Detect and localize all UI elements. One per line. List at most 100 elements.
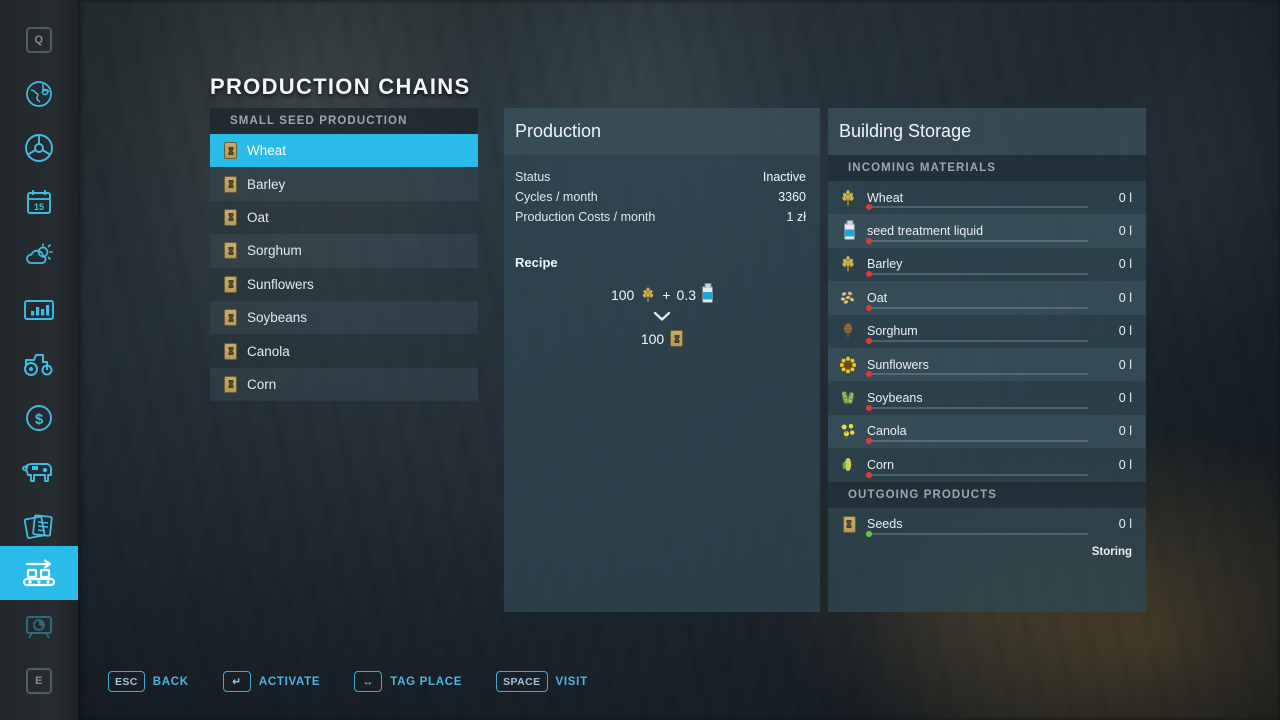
material-name: seed treatment liquid (867, 224, 1119, 238)
sidebar-item-finances[interactable]: $ (0, 391, 78, 445)
keyboard-hints-bar: ESC BACK ↵ACTIVATE ↔TAG PLACE SPACEVISIT (108, 671, 588, 692)
incoming-material-row[interactable]: Corn0 l (828, 448, 1146, 481)
material-fill-bar (866, 373, 1088, 375)
incoming-material-row[interactable]: Sunflowers0 l (828, 348, 1146, 381)
chain-list-item[interactable]: Wheat (210, 134, 478, 167)
tractor-icon (22, 351, 56, 377)
sidebar-item-contracts[interactable] (0, 499, 78, 553)
hint-action-label: BACK (153, 676, 189, 688)
hint-keycap: ESC (108, 671, 145, 692)
incoming-material-row[interactable]: Oat0 l (828, 281, 1146, 314)
sidebar-item-vehicles[interactable] (0, 337, 78, 391)
material-fill-bar (866, 240, 1088, 242)
chain-list-item[interactable]: Corn (210, 368, 478, 401)
incoming-material-row[interactable]: Wheat0 l (828, 181, 1146, 214)
outgoing-product-row[interactable]: Seeds0 l (828, 508, 1146, 541)
treatment-liquid-icon (702, 286, 713, 303)
material-name: Canola (867, 424, 1119, 438)
sidebar-item-radio[interactable] (0, 600, 78, 654)
building-storage-panel: Building Storage INCOMING MATERIALS Whea… (828, 108, 1146, 612)
sidebar-item-e-key[interactable]: E (0, 654, 78, 708)
documents-icon (23, 512, 55, 540)
production-stats: Status Inactive Cycles / month 3360 Prod… (504, 167, 820, 227)
stat-value: Inactive (763, 170, 806, 184)
material-icon (838, 422, 858, 440)
recipe-input-line: 100 + 0.3 (504, 286, 820, 303)
material-fill-bar (866, 440, 1088, 442)
production-panel-title: Production (504, 108, 820, 155)
material-icon (838, 255, 858, 273)
material-amount: 0 l (1119, 324, 1132, 338)
material-fill-bar (866, 340, 1088, 342)
material-status-dot (866, 338, 872, 344)
seed-bag-icon (224, 176, 237, 193)
sidebar-item-animals[interactable] (0, 445, 78, 499)
material-name: Corn (867, 458, 1119, 472)
material-icon (838, 189, 858, 207)
stat-row-status: Status Inactive (504, 167, 820, 187)
stat-row-cycles: Cycles / month 3360 (504, 187, 820, 207)
stat-row-costs: Production Costs / month 1 zł (504, 207, 820, 227)
recipe-arrow (504, 311, 820, 322)
seed-bag-icon (224, 242, 237, 259)
chain-list-item[interactable]: Barley (210, 167, 478, 200)
chain-list-item[interactable]: Oat (210, 201, 478, 234)
globe-icon (24, 79, 54, 109)
material-status-dot (866, 438, 872, 444)
material-name: Sorghum (867, 324, 1119, 338)
material-fill-bar (866, 273, 1088, 275)
recipe-output-amount: 100 (641, 331, 664, 347)
material-icon (838, 322, 858, 340)
incoming-material-row[interactable]: Canola0 l (828, 415, 1146, 448)
e-key-icon: E (26, 668, 52, 694)
sidebar-item-production-chains[interactable] (0, 546, 78, 600)
recipe-plus-sign: + (662, 287, 670, 303)
chain-list-item[interactable]: Sunflowers (210, 268, 478, 301)
material-name: Sunflowers (867, 358, 1119, 372)
seeds-icon (670, 330, 683, 347)
recipe-output-line: 100 (504, 330, 820, 347)
incoming-material-row[interactable]: Barley0 l (828, 248, 1146, 281)
q-key-icon: Q (26, 27, 52, 53)
material-status-dot (866, 405, 872, 411)
incoming-material-row[interactable]: seed treatment liquid0 l (828, 214, 1146, 247)
chain-list-item-label: Wheat (247, 143, 286, 158)
keyboard-hint[interactable]: ↔TAG PLACE (354, 671, 462, 692)
material-icon (838, 223, 858, 240)
chain-list-item-label: Barley (247, 177, 285, 192)
recipe-heading: Recipe (504, 255, 820, 270)
recipe-input-amount-1: 100 (611, 287, 634, 303)
stat-label: Status (515, 170, 550, 184)
material-status-dot (866, 204, 872, 210)
hint-keycap: ↔ (354, 671, 382, 692)
production-conveyor-icon (19, 557, 59, 589)
incoming-material-row[interactable]: Soybeans0 l (828, 381, 1146, 414)
sidebar-item-calendar[interactable]: 15 (0, 175, 78, 229)
material-amount: 0 l (1119, 458, 1132, 472)
material-fill-bar (866, 407, 1088, 409)
material-status-dot (866, 371, 872, 377)
chain-list-item-label: Sorghum (247, 243, 302, 258)
sidebar-item-map[interactable] (0, 67, 78, 121)
sidebar-item-vehicles-steering[interactable] (0, 121, 78, 175)
sidebar-item-weather[interactable] (0, 229, 78, 283)
material-status-dot (866, 238, 872, 244)
stat-value: 1 zł (787, 210, 806, 224)
game-menu-screen: Q 15 (0, 0, 1280, 720)
keyboard-hint[interactable]: ESC BACK (108, 671, 189, 692)
keyboard-hint[interactable]: SPACEVISIT (496, 671, 588, 692)
chain-list-item[interactable]: Canola (210, 334, 478, 367)
material-icon (838, 516, 858, 533)
material-amount: 0 l (1119, 517, 1132, 531)
incoming-material-row[interactable]: Sorghum0 l (828, 315, 1146, 348)
material-icon (838, 389, 858, 407)
chain-list-item[interactable]: Sorghum (210, 234, 478, 267)
material-status-dot (866, 472, 872, 478)
chain-list-item[interactable]: Soybeans (210, 301, 478, 334)
keyboard-hint[interactable]: ↵ACTIVATE (223, 671, 320, 692)
material-fill-bar (866, 533, 1088, 535)
chain-list-item-label: Oat (247, 210, 269, 225)
sidebar-item-statistics[interactable] (0, 283, 78, 337)
sidebar-item-q-key[interactable]: Q (0, 13, 78, 67)
chain-list-item-label: Corn (247, 377, 276, 392)
